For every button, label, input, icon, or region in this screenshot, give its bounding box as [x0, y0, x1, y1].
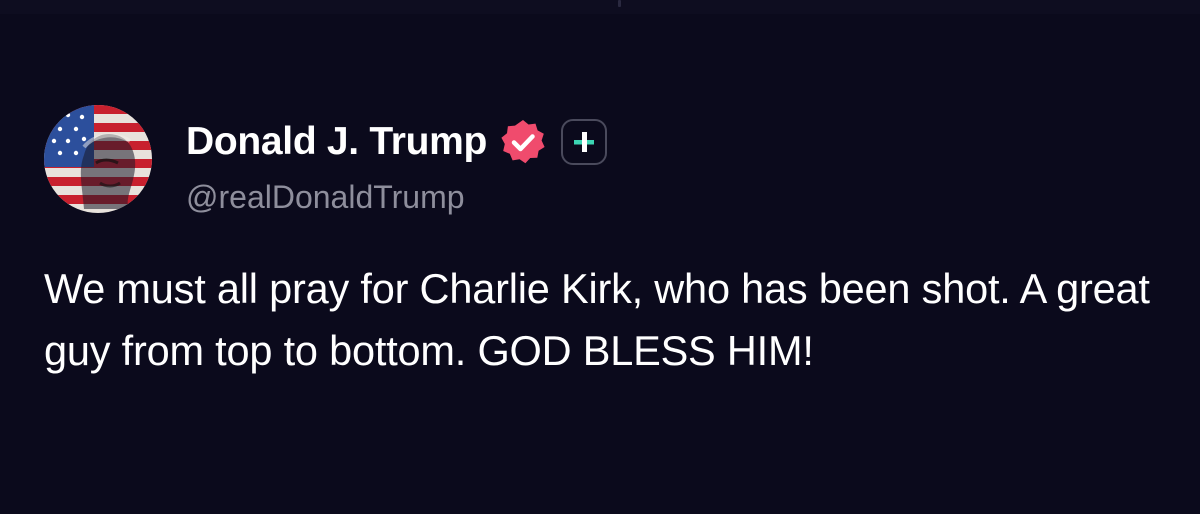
top-bar-edge — [0, 0, 1200, 14]
author-identity: Donald J. Trump @realDonaldTrump — [186, 117, 608, 216]
author-name-row: Donald J. Trump — [186, 117, 608, 167]
top-bar-divider — [618, 0, 621, 7]
verified-badge-icon — [499, 118, 547, 166]
avatar[interactable] — [44, 105, 152, 213]
american-flag-portrait-icon — [44, 105, 152, 213]
post-text: We must all pray for Charlie Kirk, who h… — [44, 265, 1150, 374]
author-handle[interactable]: @realDonaldTrump — [186, 179, 607, 216]
plus-badge-icon[interactable] — [561, 119, 608, 165]
post-header: Donald J. Trump @realDonaldTrump — [44, 100, 1164, 216]
post-card: Donald J. Trump @realDonaldTrump We must… — [44, 100, 1164, 382]
author-display-name[interactable]: Donald J. Trump — [186, 120, 487, 164]
